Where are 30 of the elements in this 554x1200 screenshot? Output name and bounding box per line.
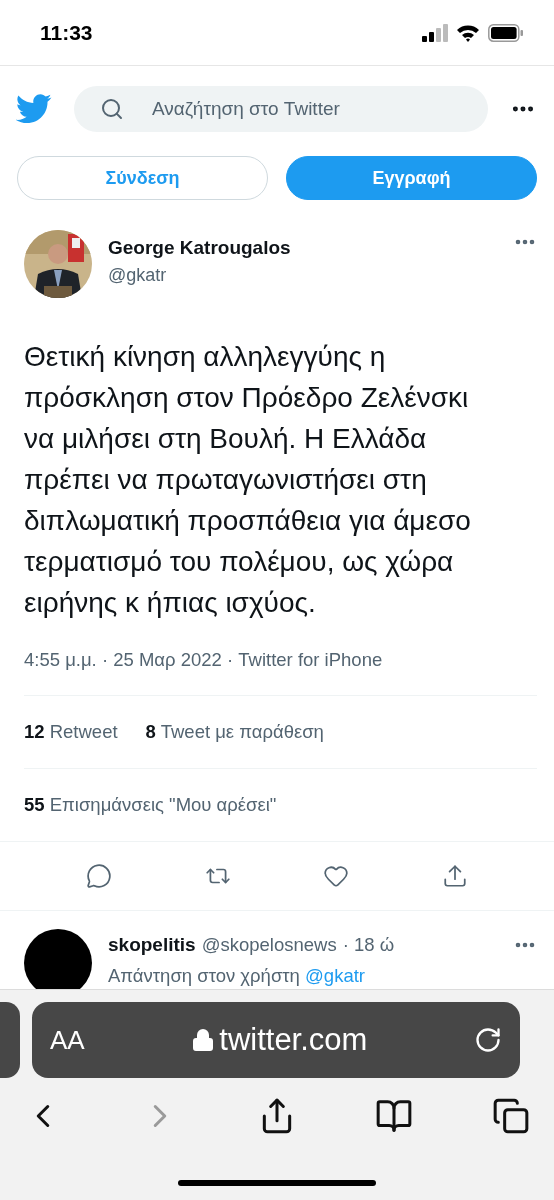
reply-icon[interactable] [86,863,113,889]
reload-icon[interactable] [474,1026,502,1054]
stat-link[interactable]: 8 Tweet με παράθεση [145,721,324,743]
book-icon[interactable] [375,1097,413,1135]
signal-icon [422,23,448,42]
likes-link[interactable]: 55 Επισημάνσεις "Μου αρέσει" [24,794,277,816]
heart-icon[interactable] [323,863,350,889]
reply-time: · 18 ώ [342,934,395,956]
clock-time: 11:33 [40,20,93,45]
battery-icon [488,23,524,42]
reply-handle[interactable]: @skopelosnews [201,934,337,956]
author-handle[interactable]: @gkatr [108,265,497,286]
tweet-text: Θετική κίνηση αλληλεγγύης η πρόσκληση στον Πρόεδρο Ζελένσκι να μιλήσει στη Βουλή. Η Ελλάδα πρέπει να πρωταγωνιστήσει στη διπλωματική προσπάθεια για άμεσο τερματισμό του πολέμου, ως χώρα ειρήνης κ ήπιας ισχύος. [24,340,472,620]
address-bar[interactable]: AA twitter.com [32,1002,520,1078]
wifi-icon [456,23,480,42]
reply-avatar[interactable] [24,929,92,989]
tweet-meta: 4:55 μ.μ. · 25 Μαρ 2022 · Twitter for iPhone [24,649,384,671]
text-size-button[interactable]: AA [50,1024,85,1056]
search-icon [100,97,124,121]
share-icon[interactable] [441,863,468,889]
author-name[interactable]: George Katrougalos [108,237,497,259]
reply-author-name[interactable]: skopelitis [108,934,196,956]
url-text[interactable]: twitter.com [219,1022,368,1058]
previous-tab[interactable] [0,1002,20,1078]
search-field[interactable]: Αναζήτηση στο Twitter [74,86,488,132]
reply-context: Απάντηση στον χρήστη @gkatr [108,965,366,987]
tabs-icon[interactable] [492,1097,530,1135]
stat-link[interactable]: 12 Retweet [24,721,118,743]
lock-icon [191,1028,216,1052]
bird-logo-icon[interactable] [16,94,52,124]
